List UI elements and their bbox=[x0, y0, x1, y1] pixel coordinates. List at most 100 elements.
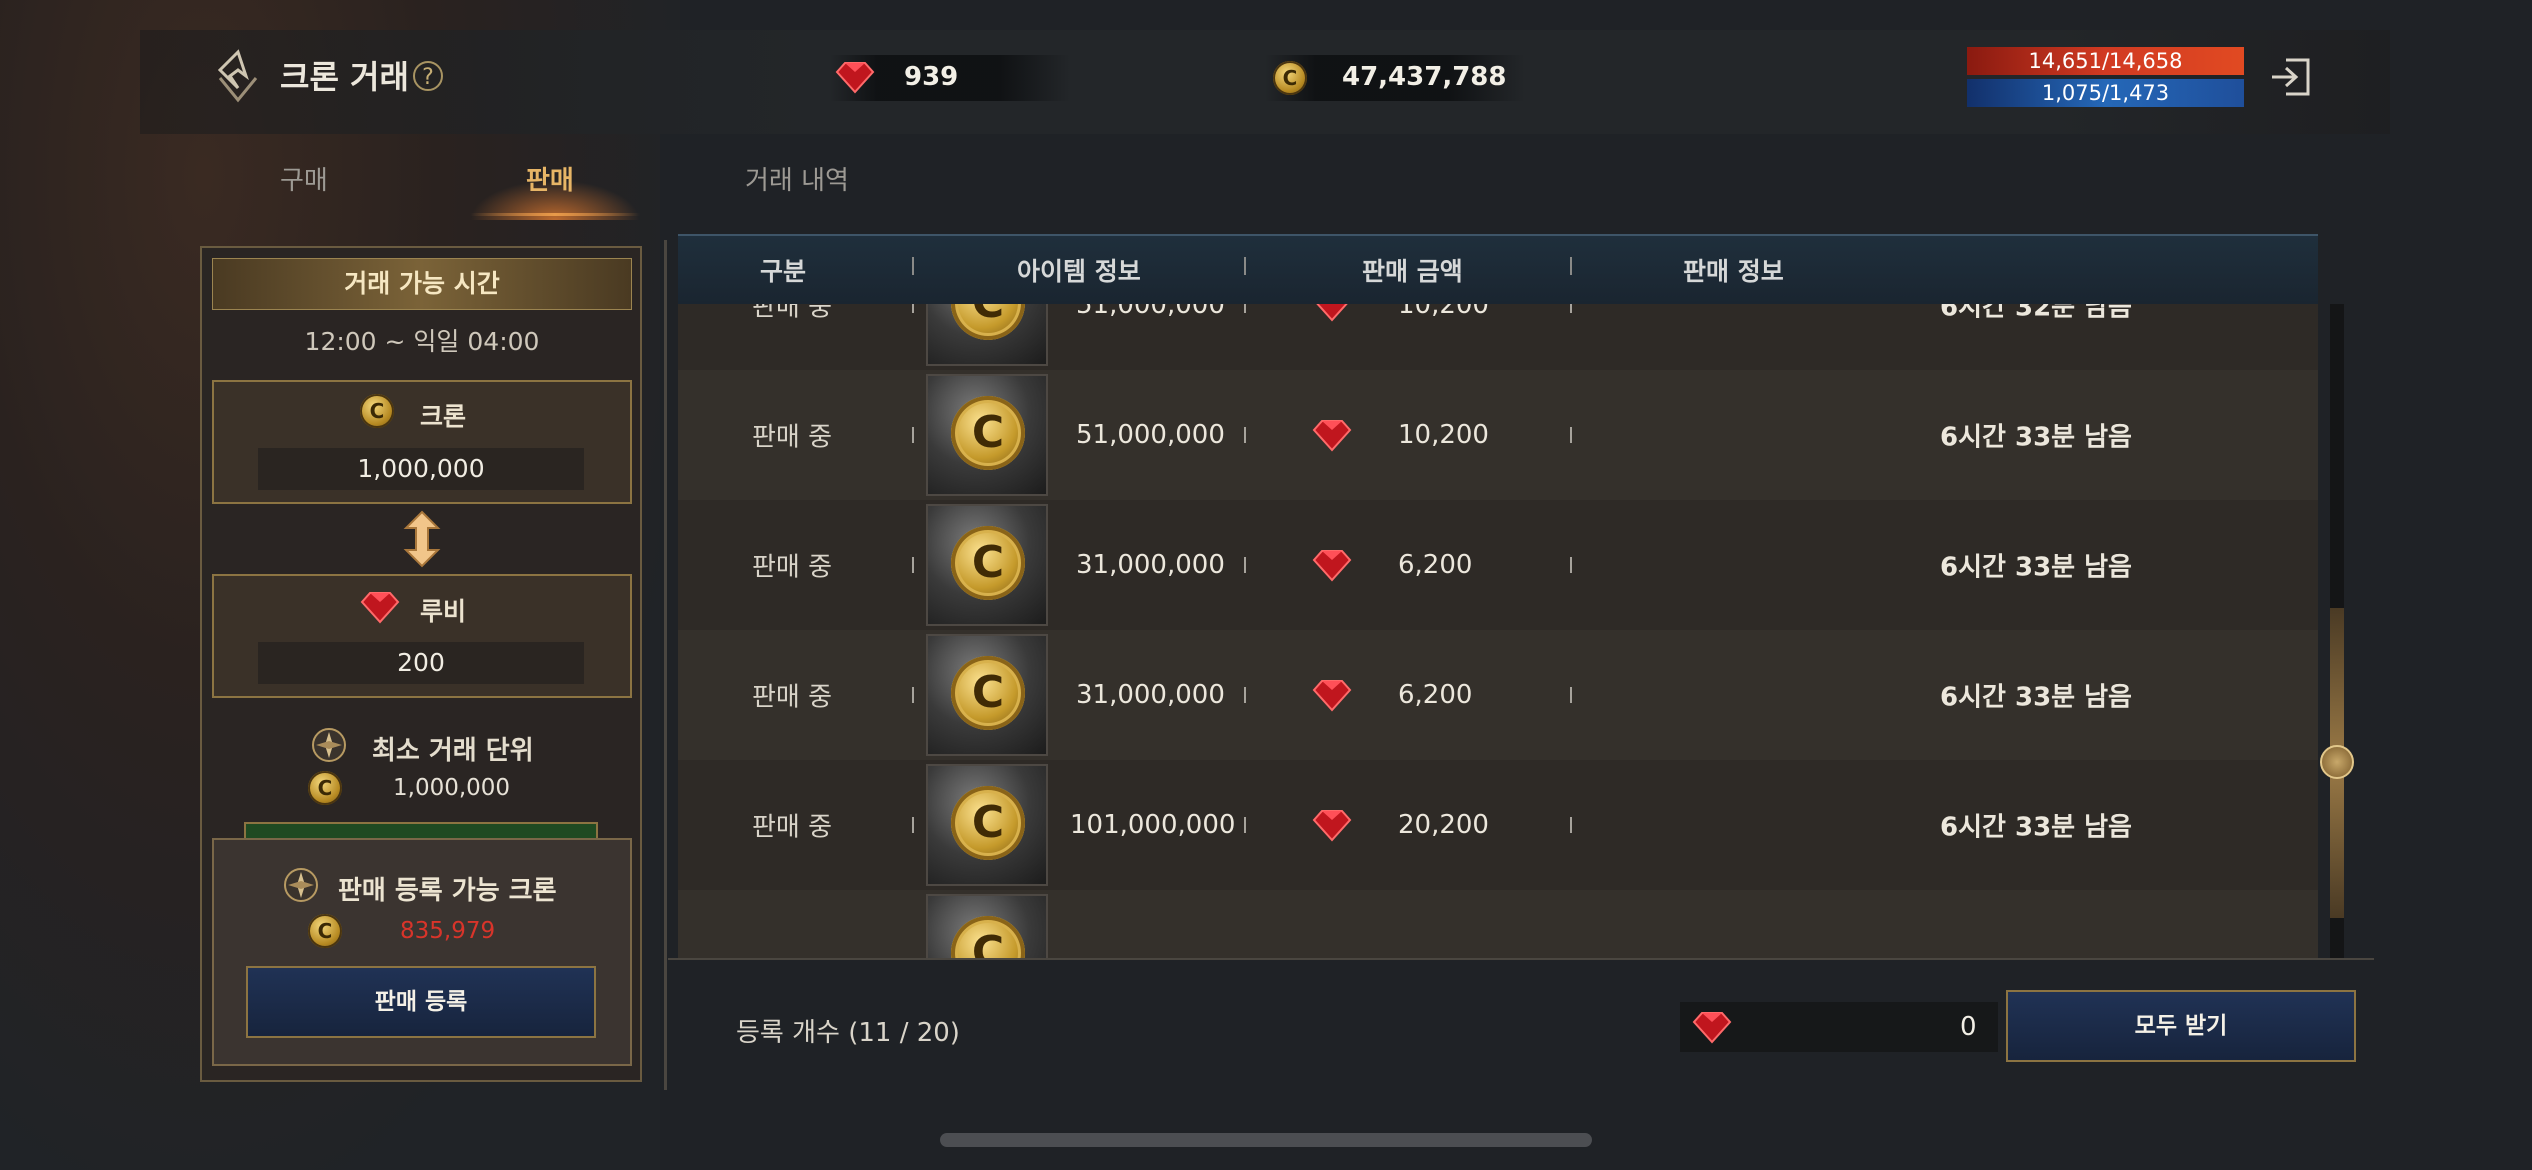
item-thumbnail: C bbox=[926, 764, 1048, 886]
row-separator bbox=[912, 687, 914, 703]
cron-amount: 101,000,000 bbox=[1070, 810, 1236, 840]
table-row[interactable]: 판매 중 C 31,000,000 6,200 6시간 33분 남음 bbox=[678, 630, 2318, 760]
tab-history[interactable]: 거래 내역 bbox=[745, 160, 849, 197]
help-icon[interactable]: ? bbox=[413, 61, 443, 91]
ruby-icon bbox=[1692, 1012, 1732, 1044]
row-separator bbox=[912, 817, 914, 833]
row-separator bbox=[1244, 817, 1246, 833]
row-separator bbox=[1570, 427, 1572, 443]
status: 판매 중 bbox=[752, 812, 833, 843]
min-trade-unit-value: 1,000,000 bbox=[393, 775, 511, 801]
col-header-info: 판매 정보 bbox=[1683, 257, 1784, 286]
cron-amount: 31,000,000 bbox=[1076, 680, 1225, 710]
row-separator bbox=[912, 304, 914, 313]
table-row[interactable]: 판매 중 C 51,000,000 10,200 6시간 33분 남음 bbox=[678, 370, 2318, 500]
ruby-amount: 939 bbox=[904, 62, 959, 92]
tab-active-underline bbox=[470, 213, 640, 216]
ruby-icon bbox=[1312, 420, 1352, 452]
table-header bbox=[678, 234, 2318, 304]
remaining-time: 6시간 33분 남음 bbox=[1940, 682, 2132, 713]
registered-count: 등록 개수 (11 / 20) bbox=[736, 1018, 960, 1048]
col-header-price: 판매 금액 bbox=[1362, 257, 1463, 286]
remaining-time: 6시간 32분 남음 bbox=[1940, 304, 2132, 323]
row-separator bbox=[912, 557, 914, 573]
ruby-rate-value: 200 bbox=[258, 642, 584, 684]
sellable-cron-label: 판매 등록 가능 크론 bbox=[338, 876, 557, 906]
swap-arrow-icon bbox=[403, 510, 441, 568]
sellable-cron-value: 835,979 bbox=[400, 918, 496, 944]
cron-rate-value: 1,000,000 bbox=[258, 448, 584, 490]
trade-time-title: 거래 가능 시간 bbox=[212, 258, 632, 310]
remaining-time: 6시간 33분 남음 bbox=[1940, 552, 2132, 583]
row-separator bbox=[1244, 687, 1246, 703]
tab-sell[interactable]: 판매 bbox=[526, 160, 574, 197]
ruby-icon bbox=[1312, 680, 1352, 712]
compass-icon bbox=[312, 728, 346, 762]
item-thumbnail: C bbox=[926, 504, 1048, 626]
price: 6,200 bbox=[1398, 550, 1473, 580]
status: 판매 중 bbox=[752, 682, 833, 713]
ruby-icon bbox=[1312, 810, 1352, 842]
hp-bar: 14,651/14,658 bbox=[1967, 47, 2244, 75]
cron-coin-icon: C bbox=[951, 526, 1025, 600]
row-separator bbox=[1570, 557, 1572, 573]
table-row[interactable]: 판매 중 C 51,000,000 10,200 6시간 32분 남음 bbox=[678, 304, 2318, 370]
table-row[interactable]: 판매 중 C 101,000,000 20,200 6시간 33분 남음 bbox=[678, 760, 2318, 890]
status: 판매 중 bbox=[752, 304, 833, 323]
row-separator bbox=[1244, 304, 1246, 313]
mp-bar: 1,075/1,473 bbox=[1967, 79, 2244, 107]
exit-icon[interactable] bbox=[2268, 54, 2314, 100]
min-trade-unit-label: 최소 거래 단위 bbox=[372, 736, 534, 766]
col-header-type: 구분 bbox=[760, 257, 807, 286]
row-separator bbox=[1570, 817, 1572, 833]
cron-amount: 47,437,788 bbox=[1342, 62, 1507, 92]
claim-all-button[interactable]: 모두 받기 bbox=[2006, 990, 2356, 1062]
cron-amount: 51,000,000 bbox=[1076, 304, 1225, 320]
row-separator bbox=[1244, 557, 1246, 573]
ruby-icon bbox=[1316, 304, 1348, 322]
col-header-item: 아이템 정보 bbox=[1017, 257, 1141, 286]
row-separator bbox=[1570, 304, 1572, 313]
cron-coin-icon: C bbox=[951, 656, 1025, 730]
cron-label: 크론 bbox=[420, 402, 467, 431]
cron-coin-icon: C bbox=[1273, 61, 1307, 95]
ruby-icon bbox=[360, 592, 400, 624]
trade-time-range: 12:00 ~ 익일 04:00 bbox=[304, 327, 540, 356]
footer-divider bbox=[668, 958, 2374, 960]
claimable-ruby-value: 0 bbox=[1960, 1012, 1977, 1042]
cron-coin-icon: C bbox=[308, 914, 342, 948]
cron-amount: 31,000,000 bbox=[1076, 550, 1225, 580]
cron-coin-icon: C bbox=[951, 304, 1025, 340]
cron-coin-icon: C bbox=[308, 771, 342, 805]
row-separator bbox=[1244, 427, 1246, 443]
item-thumbnail: C bbox=[926, 634, 1048, 756]
panel-divider bbox=[664, 240, 667, 1090]
item-thumbnail: C bbox=[926, 304, 1048, 366]
ruby-label: 루비 bbox=[420, 597, 467, 626]
tab-buy[interactable]: 구매 bbox=[280, 160, 328, 197]
price: 10,200 bbox=[1398, 304, 1489, 320]
price: 6,200 bbox=[1398, 680, 1473, 710]
cron-coin-icon: C bbox=[951, 396, 1025, 470]
table-row[interactable]: 판매 중 C 31,000,000 6,200 6시간 33분 남음 bbox=[678, 500, 2318, 630]
row-separator bbox=[1570, 687, 1572, 703]
table-row[interactable]: C bbox=[678, 890, 2318, 958]
sell-register-button[interactable]: 판매 등록 bbox=[246, 966, 596, 1038]
header-separator bbox=[1570, 257, 1572, 275]
scrollbar-handle[interactable] bbox=[2320, 745, 2354, 779]
cron-coin-icon: C bbox=[951, 786, 1025, 860]
status: 판매 중 bbox=[752, 422, 833, 453]
status: 판매 중 bbox=[752, 552, 833, 583]
remaining-time: 6시간 33분 남음 bbox=[1940, 812, 2132, 843]
cron-coin-icon: C bbox=[951, 916, 1025, 958]
item-thumbnail: C bbox=[926, 894, 1048, 958]
home-indicator[interactable] bbox=[940, 1133, 1592, 1147]
sale-list: 판매 중 C 51,000,000 10,200 6시간 32분 남음 판매 중… bbox=[678, 304, 2318, 958]
remaining-time: 6시간 33분 남음 bbox=[1940, 422, 2132, 453]
page-title: 크론 거래 bbox=[280, 58, 409, 96]
header-separator bbox=[1244, 257, 1246, 275]
ruby-icon bbox=[1312, 550, 1352, 582]
cron-coin-icon: C bbox=[360, 394, 394, 428]
price: 20,200 bbox=[1398, 810, 1489, 840]
header-separator bbox=[912, 257, 914, 275]
